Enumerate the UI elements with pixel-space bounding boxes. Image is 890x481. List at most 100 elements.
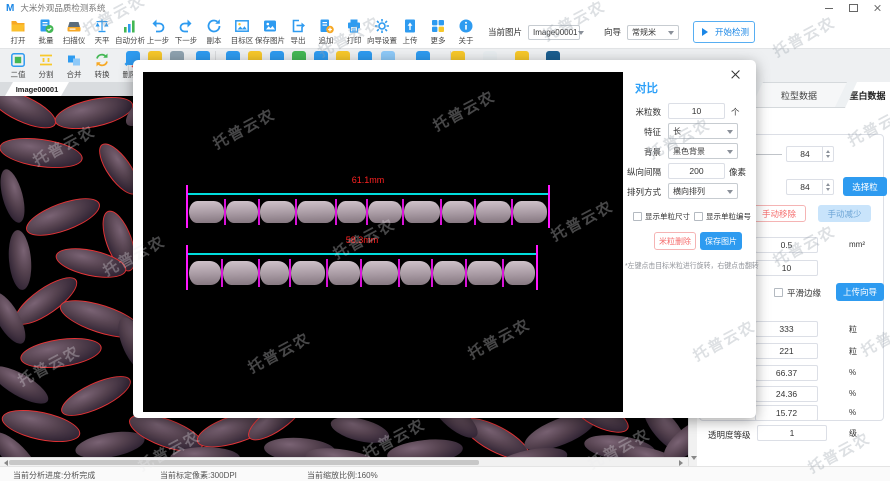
print-icon (346, 18, 362, 34)
wizard-select[interactable]: 常规米 (627, 25, 679, 40)
toolbar-item-label: 天平 (95, 35, 110, 46)
show-number-checkbox[interactable] (694, 212, 703, 221)
toolbar-item-split[interactable]: 分割 (32, 52, 60, 82)
select-grain-button[interactable]: 选择粒 (843, 177, 887, 196)
title-bar: M 大米外观品质检测系统 (0, 0, 890, 16)
spinner-arrows[interactable] (822, 147, 833, 161)
aligned-rice-grain (362, 261, 398, 285)
toolbar-item-label: 合并 (67, 69, 82, 80)
toolbar-item-convert[interactable]: 转换 (88, 52, 116, 82)
toolbar-item-more-grid[interactable]: 更多 (424, 18, 452, 46)
wizard-label: 向导 (604, 26, 621, 38)
stat-value-field[interactable]: 66.37 (755, 365, 818, 381)
stat-value-field[interactable]: 221 (755, 343, 818, 359)
aligned-rice-grain (328, 261, 361, 285)
chalk-threshold-spinner-1[interactable]: 84 (786, 146, 834, 162)
toolbar-item-export[interactable]: 导出 (284, 18, 312, 46)
toolbar-item-label: 上一步 (147, 35, 170, 46)
toolbar-item-label: 打印 (347, 35, 362, 46)
smooth-edge-checkbox[interactable] (774, 288, 783, 297)
toolbar-item-scanner[interactable]: 扫描仪 (60, 18, 88, 46)
wizard-gear-icon (374, 18, 390, 34)
transparency-label: 透明度等级 (708, 429, 751, 441)
transparency-input[interactable]: 1 (757, 425, 827, 441)
rice-grain (386, 436, 464, 457)
toolbar-item-save-image[interactable]: 保存图片 (256, 18, 284, 46)
compare-preview-canvas[interactable]: 61.1mm58.3mm (143, 72, 623, 412)
stat-value-field[interactable]: 24.36 (755, 386, 818, 402)
horizontal-scroll-thumb[interactable] (9, 460, 479, 465)
toolbar-item-label: 副本 (207, 35, 222, 46)
show-number-label: 显示单粒编号 (706, 211, 751, 222)
scroll-down-icon[interactable] (691, 456, 697, 463)
toolbar-item-upload[interactable]: 上传 (396, 18, 424, 46)
scroll-left-icon[interactable] (1, 460, 8, 466)
current-image-select[interactable]: Image00001 (528, 25, 580, 40)
toolbar-item-balance[interactable]: 天平 (88, 18, 116, 46)
upload-wizard-button[interactable]: 上传向导 (836, 283, 884, 301)
toolbar-item-append[interactable]: 追加 (312, 18, 340, 46)
split-icon (38, 52, 54, 68)
toolbar-item-label: 批量 (39, 35, 54, 46)
toolbar-item-about-info[interactable]: 关于 (452, 18, 480, 46)
window-close-button[interactable] (868, 2, 886, 14)
arrange-value: 横向排列 (673, 186, 705, 197)
aligned-rice-grain (337, 201, 367, 223)
stat-value-field[interactable]: 333 (755, 321, 818, 337)
spin-up-icon (826, 148, 830, 153)
toolbar-item-merge[interactable]: 合并 (60, 52, 88, 82)
app-window: M 大米外观品质检测系统 打开批量扫描仪天平自动分析上一步下一步副本目标区保存图… (0, 0, 890, 481)
feature-value: 长 (673, 126, 681, 137)
tab-chalkiness-data[interactable]: 垩白数据 (845, 82, 890, 108)
threshold-input[interactable]: 10 (755, 260, 818, 276)
toolbar-item-auto-analyze[interactable]: 自动分析 (116, 18, 144, 46)
scroll-right-icon[interactable] (679, 460, 686, 466)
chalk-threshold-spinner-2[interactable]: 84 (786, 179, 834, 195)
image-tab-image00001[interactable]: Image00001 (5, 82, 69, 96)
main-toolbar: 打开批量扫描仪天平自动分析上一步下一步副本目标区保存图片导出追加打印向导设置上传… (0, 16, 890, 48)
app-logo: M (6, 3, 14, 14)
arrange-label: 排列方式 (621, 186, 661, 198)
toolbar-item-label: 下一步 (175, 35, 198, 46)
background-select[interactable]: 黑色背景 (668, 143, 738, 159)
arrange-select[interactable]: 横向排列 (668, 183, 738, 199)
stat-value-field[interactable]: 15.72 (755, 405, 818, 421)
toolbar-item-label: 向导设置 (367, 35, 397, 46)
aligned-rice-grain (504, 261, 535, 285)
show-size-checkbox[interactable] (633, 212, 642, 221)
rice-count-unit: 个 (731, 106, 740, 118)
target-region-icon (234, 18, 250, 34)
spinner-arrows[interactable] (822, 180, 833, 194)
merge-icon (66, 52, 82, 68)
upload-icon (402, 18, 418, 34)
tab-grain-shape-data[interactable]: 粒型数据 (751, 82, 847, 107)
rice-grain (56, 368, 136, 424)
rice-count-input[interactable]: 10 (668, 103, 725, 119)
save-image-button[interactable]: 保存图片 (700, 232, 742, 250)
show-size-label: 显示单粒尺寸 (645, 211, 690, 222)
manual-remove-button[interactable]: 手动移除 (752, 205, 806, 222)
window-maximize-button[interactable] (844, 2, 862, 14)
rice-delete-button[interactable]: 米粒删除 (654, 232, 696, 250)
horizontal-scrollbar[interactable] (0, 457, 688, 466)
auto-analyze-icon (122, 18, 138, 34)
feature-label: 特征 (621, 126, 661, 138)
min-area-input[interactable]: 0.5 (755, 237, 818, 253)
dialog-close-button[interactable] (728, 66, 744, 82)
feature-select[interactable]: 长 (668, 123, 738, 139)
window-minimize-button[interactable] (820, 2, 838, 14)
toolbar-item-target-region[interactable]: 目标区 (228, 18, 256, 46)
spacing-input[interactable]: 200 (668, 163, 725, 179)
toolbar-item-undo[interactable]: 上一步 (144, 18, 172, 46)
toolbar-item-batch-check[interactable]: 批量 (32, 18, 60, 46)
toolbar-item-folder-open[interactable]: 打开 (4, 18, 32, 46)
manual-reduce-button[interactable]: 手动减少 (818, 205, 871, 222)
toolbar-item-print[interactable]: 打印 (340, 18, 368, 46)
background-label: 背景 (621, 146, 661, 158)
toolbar-item-wizard-gear[interactable]: 向导设置 (368, 18, 396, 46)
toolbar-item-binary[interactable]: 二值 (4, 52, 32, 82)
toolbar-item-copy-refresh[interactable]: 副本 (200, 18, 228, 46)
toolbar-item-redo[interactable]: 下一步 (172, 18, 200, 46)
start-detect-button[interactable]: 开始检测 (693, 21, 755, 43)
convert-icon (94, 52, 110, 68)
